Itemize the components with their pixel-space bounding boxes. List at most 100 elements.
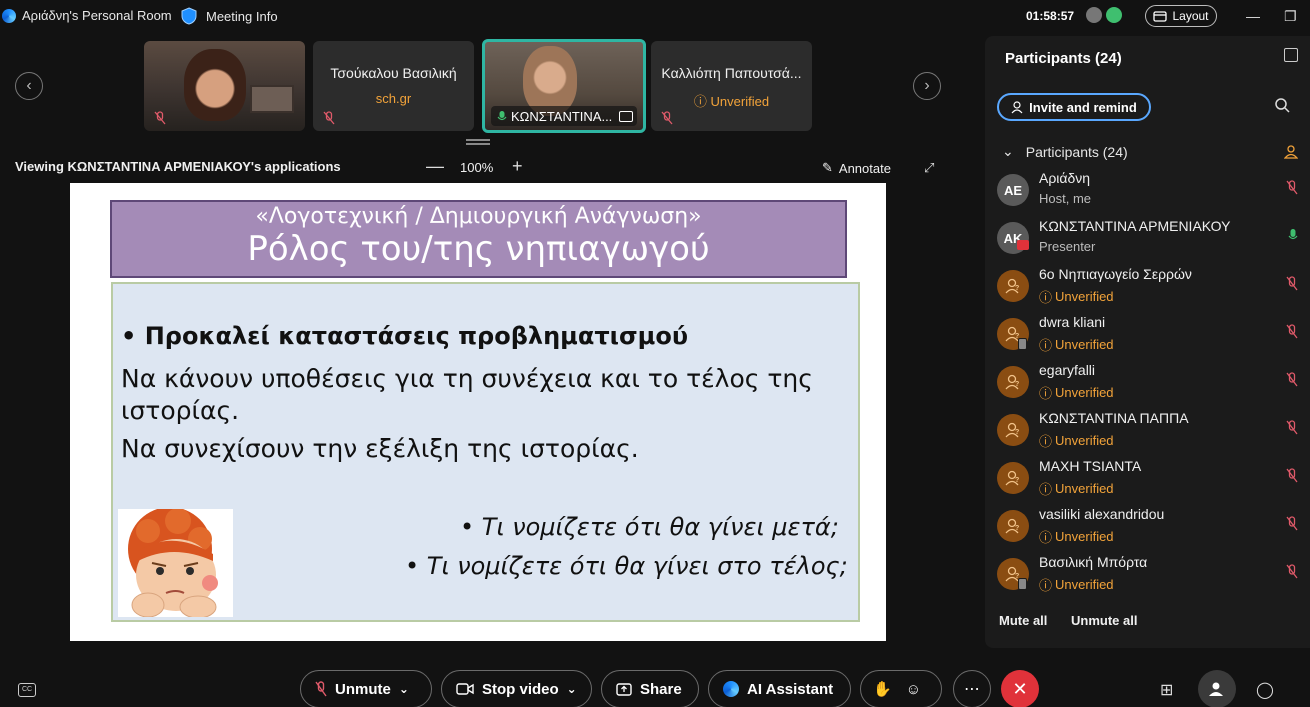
participant-row[interactable]: ? egaryfalli ⓘ Unverified	[997, 362, 1302, 408]
participant-row[interactable]: AE Αριάδνη Host, me	[997, 170, 1302, 216]
meeting-info-label: Meeting Info	[206, 8, 278, 24]
restore-icon[interactable]: ❐	[1284, 8, 1297, 25]
active-mic-icon[interactable]	[1288, 228, 1298, 247]
slide-title-box: «Λογοτεχνική / Δημιουργική Ανάγνωση» Ρόλ…	[110, 200, 847, 278]
leave-meeting-button[interactable]: ✕	[1001, 670, 1039, 707]
avatar: AE	[997, 174, 1029, 206]
zoom-in-button[interactable]: +	[512, 156, 523, 177]
participant-video-feed	[184, 49, 246, 121]
participant-name: ΚΩΝΣΤΑΝΤΙΝΑ ΠΑΠΠΑ	[1039, 410, 1189, 426]
mobile-device-icon	[1018, 578, 1027, 590]
slide-question-2: • Τι νομίζετε ότι θα γίνει στο τέλος;	[405, 552, 848, 580]
filmstrip-next-button[interactable]: ›	[913, 72, 941, 100]
participant-row[interactable]: ? ΜΑΧΗ ΤSΙΑΝΤΑ ⓘ Unverified	[997, 458, 1302, 504]
participant-tile-2[interactable]: Τσούκαλου Βασιλική sch.gr	[313, 41, 474, 131]
status-text: Unverified	[1055, 289, 1114, 304]
participants-toggle-button[interactable]	[1198, 670, 1236, 707]
muted-mic-icon[interactable]	[1286, 372, 1298, 392]
more-options-button[interactable]: ⋯	[953, 670, 991, 707]
filmstrip-resize-handle[interactable]	[466, 139, 490, 145]
minimize-icon[interactable]: —	[1246, 8, 1260, 24]
unmute-button[interactable]: Unmute ⌄	[300, 670, 432, 707]
unverified-status: ⓘ Unverified	[1039, 527, 1114, 546]
chevron-down-icon[interactable]: ⌄	[399, 682, 409, 696]
layout-button[interactable]: Layout	[1145, 5, 1217, 27]
participant-tile-4[interactable]: Καλλιόπη Παπουτσά... ⓘ Unverified	[651, 41, 812, 131]
info-icon: ⓘ	[1039, 578, 1053, 593]
participant-name: egaryfalli	[1039, 362, 1096, 378]
chevron-down-icon[interactable]: ⌄	[567, 682, 577, 696]
participant-name: Αριάδνη	[1039, 170, 1091, 186]
muted-mic-icon[interactable]	[1286, 468, 1298, 488]
share-screen-icon	[616, 682, 632, 696]
guest-user-icon: ?	[1005, 374, 1019, 390]
participant-name: ΜΑΧΗ ΤSΙΑΝΤΑ	[1039, 458, 1142, 474]
participant-video-tile-1[interactable]	[144, 41, 305, 131]
layout-label: Layout	[1172, 9, 1209, 23]
unmute-all-button[interactable]: Unmute all	[1071, 613, 1137, 628]
annotate-button[interactable]: ✎ Annotate	[822, 160, 891, 176]
recording-status-icon[interactable]	[1086, 7, 1102, 23]
popout-panel-icon[interactable]	[1284, 48, 1298, 62]
raise-hand-icon[interactable]: ✋	[873, 680, 892, 698]
unverified-status: ⓘ Unverified	[1039, 335, 1114, 354]
muted-mic-icon	[315, 681, 327, 697]
avatar: ?	[997, 510, 1029, 542]
muted-mic-icon[interactable]	[1286, 420, 1298, 440]
meeting-timer: 01:58:57	[1026, 9, 1075, 23]
participant-row[interactable]: ? vasiliki alexandridou ⓘ Unverified	[997, 506, 1302, 552]
share-button[interactable]: Share	[601, 670, 699, 707]
participant-row[interactable]: AK ΚΩΝΣΤΑΝΤΙΝΑ ΑΡΜΕΝΙΑΚΟΥ Presenter	[997, 218, 1302, 264]
muted-mic-icon[interactable]	[1286, 276, 1298, 296]
person-warning-icon	[1284, 145, 1298, 159]
participants-panel-title: Participants (24)	[1005, 50, 1122, 67]
closed-captions-icon[interactable]: CC	[18, 683, 36, 697]
unverified-text: Unverified	[710, 94, 770, 109]
reactions-icon[interactable]: ☺	[906, 681, 921, 698]
unverified-status: ⓘ Unverified	[1039, 479, 1114, 498]
active-speaker-namebar: ΚΩΝΣΤΑΝΤΙΝΑ...	[491, 106, 637, 126]
participant-video-tile-active[interactable]: ΚΩΝΣΤΑΝΤΙΝΑ...	[482, 39, 646, 133]
unverified-status: ⓘ Unverified	[1039, 383, 1114, 402]
ai-assistant-button[interactable]: AI Assistant	[708, 670, 851, 707]
apps-icon[interactable]: ⊞	[1160, 680, 1173, 700]
muted-mic-icon[interactable]	[1286, 516, 1298, 536]
participant-row[interactable]: ? ΚΩΝΣΤΑΝΤΙΝΑ ΠΑΠΠΑ ⓘ Unverified	[997, 410, 1302, 456]
search-icon[interactable]	[1275, 98, 1290, 113]
meeting-info-button[interactable]: Meeting Info	[180, 7, 278, 25]
fullscreen-icon[interactable]: ⤢	[924, 160, 934, 176]
muted-mic-icon[interactable]	[1286, 180, 1298, 200]
muted-mic-icon	[154, 111, 166, 125]
mute-all-button[interactable]: Mute all	[999, 613, 1047, 628]
room-title: Αριάδνη's Personal Room	[22, 8, 172, 23]
stop-video-button[interactable]: Stop video ⌄	[441, 670, 592, 707]
thinking-child-illustration	[118, 509, 233, 617]
guest-user-icon: ?	[1005, 278, 1019, 294]
slide-bullet-heading: • Προκαλεί καταστάσεις προβληματισμού	[121, 322, 689, 350]
participant-row[interactable]: ? dwra kliani ⓘ Unverified	[997, 314, 1302, 360]
participant-row[interactable]: ? Βασιλική Μπόρτα ⓘ Unverified	[997, 554, 1302, 600]
network-health-icon[interactable]	[1106, 7, 1122, 23]
presenting-badge-icon	[1017, 240, 1029, 250]
stop-video-label: Stop video	[482, 680, 559, 698]
status-text: Unverified	[1055, 529, 1114, 544]
ai-assistant-icon	[723, 681, 739, 697]
reactions-group: ✋ ☺	[860, 670, 942, 707]
guest-user-icon: ?	[1005, 422, 1019, 438]
zoom-out-button[interactable]: —	[426, 156, 444, 177]
chat-icon[interactable]: ◯	[1256, 680, 1274, 700]
participant-row[interactable]: ? 6ο Νηπιαγωγείο Σερρών ⓘ Unverified	[997, 266, 1302, 312]
active-mic-icon	[497, 110, 507, 120]
status-text: Unverified	[1055, 481, 1114, 496]
meeting-window: Αριάδνη's Personal Room Meeting Info 01:…	[0, 0, 1310, 707]
invite-and-remind-button[interactable]: Invite and remind	[997, 93, 1151, 121]
filmstrip-prev-button[interactable]: ‹	[15, 72, 43, 100]
section-label: Participants (24)	[1025, 143, 1128, 160]
info-icon: ⓘ	[1039, 290, 1053, 305]
muted-mic-icon[interactable]	[1286, 324, 1298, 344]
muted-mic-icon[interactable]	[1286, 564, 1298, 584]
avatar: ?	[997, 462, 1029, 494]
participants-section-header[interactable]: ⌄ Participants (24)	[1002, 143, 1128, 160]
svg-text:?: ?	[1015, 525, 1019, 532]
guest-user-icon: ?	[1005, 518, 1019, 534]
